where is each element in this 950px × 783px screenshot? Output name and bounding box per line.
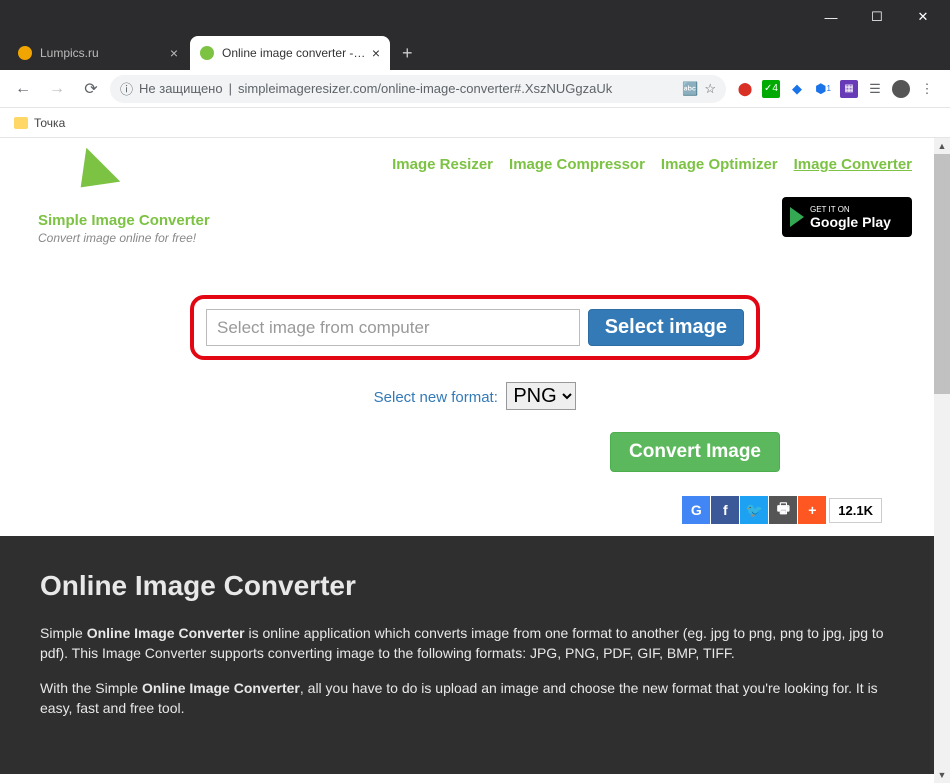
share-print[interactable]: 🖶 (769, 496, 797, 524)
format-label: Select new format: (374, 389, 498, 406)
main-nav: Image Resizer Image Compressor Image Opt… (223, 150, 912, 173)
bookmark-label: Точка (34, 116, 65, 130)
folder-icon (14, 117, 28, 129)
play-icon (790, 207, 804, 227)
window-maximize[interactable]: ☐ (854, 0, 900, 34)
security-status: Не защищено (139, 81, 223, 96)
share-twitter[interactable]: 🐦 (740, 496, 768, 524)
ext-icon-1[interactable]: ⬤ (736, 80, 754, 98)
vertical-scrollbar[interactable]: ▲ ▼ (934, 138, 950, 783)
extensions: ⬤ ✓4 ◆ ⬢1 ▦ ☰ ⋮ (730, 80, 942, 98)
section-paragraph-1: Simple Online Image Converter is online … (40, 624, 910, 663)
section-paragraph-2: With the Simple Online Image Converter, … (40, 679, 910, 718)
info-icon: ⓘ (120, 79, 133, 98)
reading-list-icon[interactable]: ☰ (866, 80, 884, 98)
bookmark-folder[interactable]: Точка (14, 116, 65, 130)
logo-title: Simple Image Converter (38, 212, 223, 229)
url-text: simpleimageresizer.com/online-image-conv… (238, 81, 676, 96)
profile-avatar[interactable] (892, 80, 910, 98)
window-close[interactable]: ✕ (900, 0, 946, 34)
scroll-up-icon[interactable]: ▲ (934, 138, 950, 154)
logo-subtitle: Convert image online for free! (38, 231, 223, 245)
translate-icon[interactable]: 🔤 (682, 81, 698, 97)
info-section: Online Image Converter Simple Online Ima… (0, 536, 950, 774)
ext-icon-5[interactable]: ▦ (840, 80, 858, 98)
browser-tab-2[interactable]: Online image converter - online × (190, 36, 390, 70)
logo-arrow-icon (64, 150, 120, 206)
back-button[interactable]: ← (8, 74, 38, 104)
favicon-icon (18, 46, 32, 60)
close-icon[interactable]: × (372, 45, 380, 61)
scroll-thumb[interactable] (934, 154, 950, 394)
section-heading: Online Image Converter (40, 570, 910, 602)
format-select[interactable]: PNG (506, 382, 576, 410)
new-tab-button[interactable]: + (392, 36, 423, 70)
share-count: 12.1K (829, 498, 882, 523)
tab-strip: Lumpics.ru × Online image converter - on… (0, 34, 950, 70)
ext-icon-3[interactable]: ◆ (788, 80, 806, 98)
nav-image-compressor[interactable]: Image Compressor (509, 156, 645, 173)
forward-button[interactable]: → (42, 74, 72, 104)
ext-icon-4[interactable]: ⬢1 (814, 80, 832, 98)
window-minimize[interactable]: — (808, 0, 854, 34)
nav-image-optimizer[interactable]: Image Optimizer (661, 156, 778, 173)
tab-title: Online image converter - online (222, 46, 366, 60)
star-icon[interactable]: ☆ (704, 81, 716, 97)
scroll-down-icon[interactable]: ▼ (934, 767, 950, 783)
nav-image-resizer[interactable]: Image Resizer (392, 156, 493, 173)
format-row: Select new format: PNG (0, 382, 950, 410)
separator: | (229, 81, 232, 96)
favicon-icon (200, 46, 214, 60)
share-google[interactable]: G (682, 496, 710, 524)
select-image-button[interactable]: Select image (588, 309, 744, 346)
share-addthis[interactable]: + (798, 496, 826, 524)
menu-icon[interactable]: ⋮ (918, 80, 936, 98)
page-content: Simple Image Converter Convert image onl… (0, 138, 950, 783)
site-logo[interactable]: Simple Image Converter Convert image onl… (38, 150, 223, 245)
convert-button[interactable]: Convert Image (610, 432, 780, 472)
upload-area: Select image from computer Select image (190, 295, 760, 360)
share-buttons: G f 🐦 🖶 + 12.1K (0, 496, 950, 524)
window-titlebar: — ☐ ✕ (0, 0, 950, 34)
google-play-badge[interactable]: GET IT ONGoogle Play (782, 197, 912, 237)
share-facebook[interactable]: f (711, 496, 739, 524)
nav-image-converter[interactable]: Image Converter (794, 156, 912, 173)
tab-title: Lumpics.ru (40, 46, 164, 60)
reload-button[interactable]: ⟳ (76, 74, 106, 104)
file-path-input[interactable]: Select image from computer (206, 309, 580, 346)
browser-tab-1[interactable]: Lumpics.ru × (8, 36, 188, 70)
bookmarks-bar: Точка (0, 108, 950, 138)
address-bar: ← → ⟳ ⓘ Не защищено | simpleimageresizer… (0, 70, 950, 108)
url-field[interactable]: ⓘ Не защищено | simpleimageresizer.com/o… (110, 75, 726, 103)
close-icon[interactable]: × (170, 45, 178, 61)
ext-icon-2[interactable]: ✓4 (762, 80, 780, 98)
